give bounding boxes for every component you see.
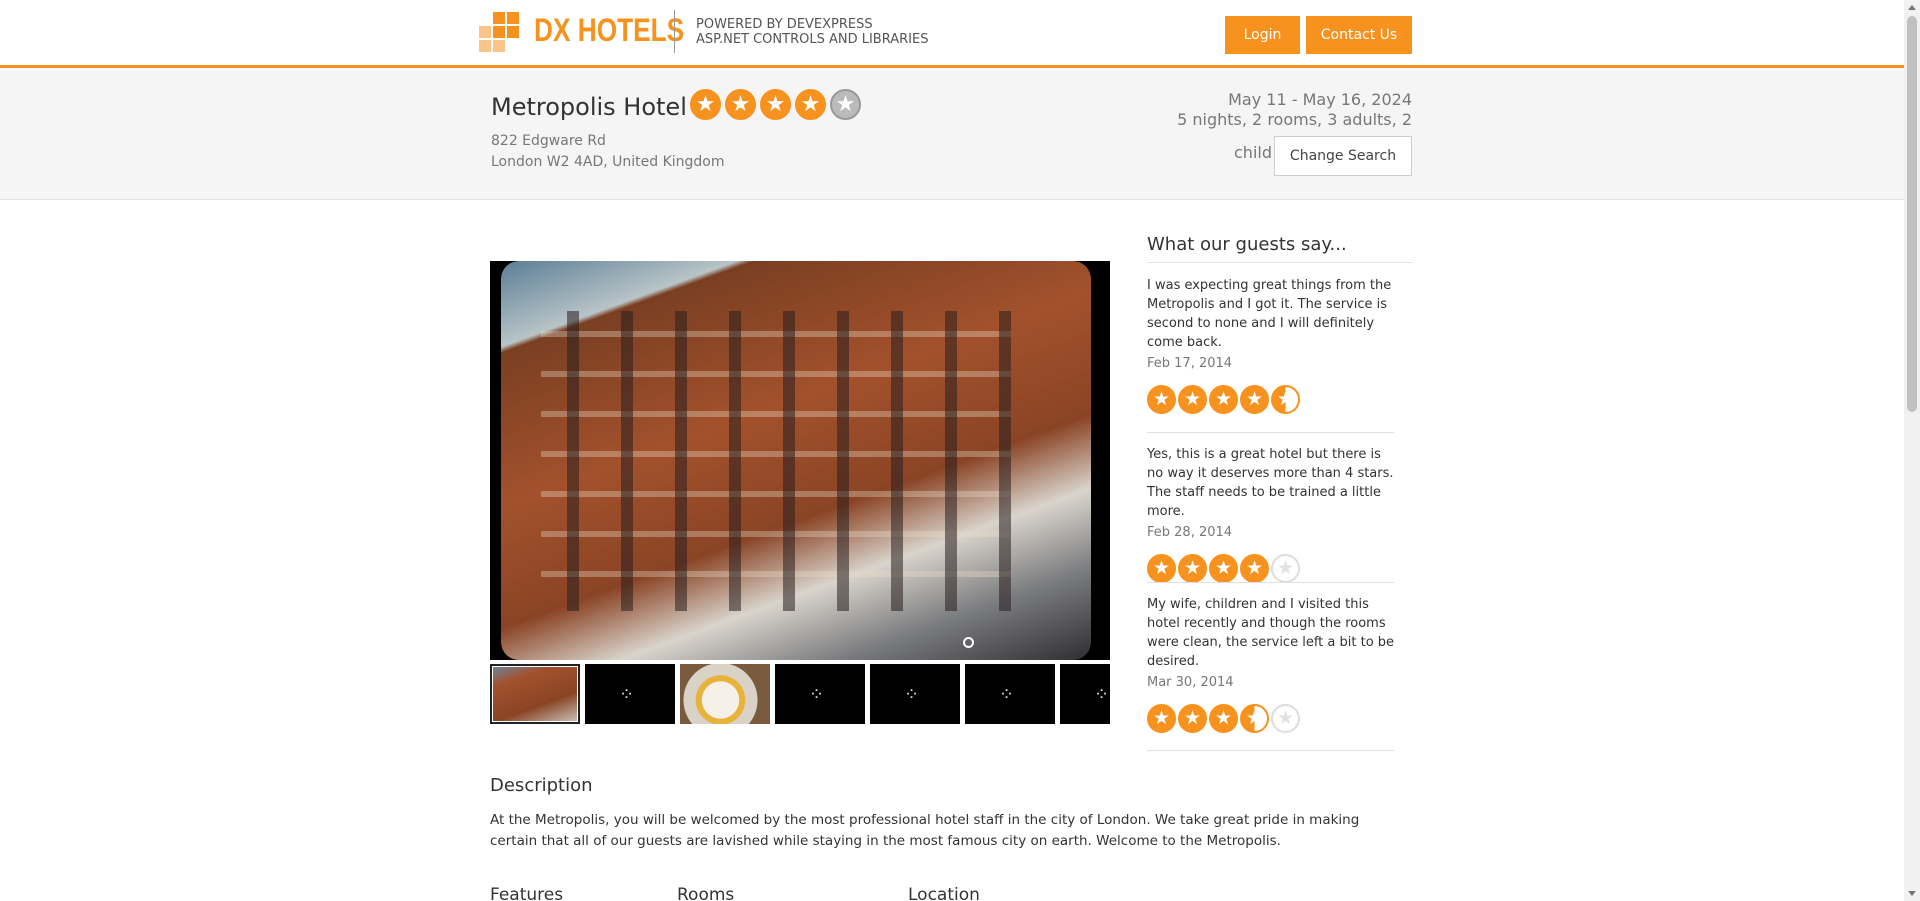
main-photo[interactable] — [501, 261, 1091, 660]
thumbnail-strip: ⁘ ⁘ ⁘ ⁘ ⁘ — [490, 664, 1110, 724]
review-date: Feb 17, 2014 — [1147, 356, 1233, 371]
change-search-button[interactable]: Change Search — [1274, 136, 1412, 176]
powered-line-2: ASP.NET CONTROLS AND LIBRARIES — [696, 32, 929, 47]
thumbnail-1[interactable] — [490, 664, 580, 724]
scrollbar-thumb[interactable] — [1907, 16, 1917, 412]
scroll-down-icon[interactable] — [1908, 891, 1916, 896]
star-icon: ★ — [1147, 554, 1176, 583]
review-text: My wife, children and I visited this hot… — [1147, 597, 1395, 669]
contact-us-button[interactable]: Contact Us — [1306, 16, 1412, 54]
page-scrollbar[interactable] — [1904, 0, 1920, 901]
loading-spinner-icon: ⁘ — [619, 684, 634, 705]
review-rating: ★ ★ ★ ★ ★ — [1147, 385, 1397, 414]
review-rating: ★ ★ ★ ★ ★ — [1147, 554, 1397, 583]
star-half-icon: ★ — [1240, 704, 1269, 733]
reviews-divider — [1147, 262, 1413, 263]
review-rating: ★ ★ ★ ★ ★ — [1147, 704, 1397, 733]
thumbnail-2[interactable]: ⁘ — [585, 664, 675, 724]
search-dates: May 11 - May 16, 2024 — [1228, 90, 1412, 109]
dx-hotels-logo-icon[interactable] — [479, 12, 521, 54]
loading-spinner-icon: ⁘ — [809, 684, 824, 705]
star-empty-icon: ★ — [1271, 554, 1300, 583]
description-text: At the Metropolis, you will be welcomed … — [490, 812, 1360, 849]
hotel-rating: ★ ★ ★ ★ ★ — [690, 89, 861, 120]
thumbnail-7[interactable]: ⁘ — [1060, 664, 1110, 724]
star-icon: ★ — [1240, 554, 1269, 583]
building-windows-pattern — [541, 311, 1011, 611]
star-icon: ★ — [1147, 385, 1176, 414]
star-icon: ★ — [1178, 704, 1207, 733]
review-divider — [1147, 582, 1394, 583]
review-date: Mar 30, 2014 — [1147, 675, 1234, 690]
star-icon: ★ — [1209, 385, 1238, 414]
reviews-title: What our guests say... — [1147, 234, 1347, 255]
header-divider — [674, 10, 675, 53]
star-icon: ★ — [690, 89, 721, 120]
star-icon: ★ — [725, 89, 756, 120]
star-icon: ★ — [1209, 554, 1238, 583]
review-divider — [1147, 432, 1394, 433]
address-line-2: London W2 4AD, United Kingdom — [491, 154, 725, 170]
star-icon: ★ — [795, 89, 826, 120]
star-icon: ★ — [760, 89, 791, 120]
hotel-name: Metropolis Hotel — [491, 93, 687, 121]
rooms-heading: Rooms — [677, 885, 735, 901]
loading-spinner-icon: ⁘ — [904, 684, 919, 705]
address-line-1: 822 Edgware Rd — [491, 133, 606, 149]
thumbnail-5[interactable]: ⁘ — [870, 664, 960, 724]
location-heading: Location — [908, 885, 980, 901]
loading-spinner-icon: ⁘ — [1094, 684, 1109, 705]
login-button[interactable]: Login — [1225, 16, 1300, 54]
star-icon: ★ — [1240, 385, 1269, 414]
review-item: I was expecting great things from the Me… — [1147, 276, 1397, 414]
star-icon: ★ — [1209, 704, 1238, 733]
powered-line-1: POWERED BY DEVEXPRESS — [696, 17, 873, 32]
thumbnail-4[interactable]: ⁘ — [775, 664, 865, 724]
star-icon: ★ — [1147, 704, 1176, 733]
star-icon: ★ — [1178, 554, 1207, 583]
search-summary: 5 nights, 2 rooms, 3 adults, 2 — [1177, 110, 1412, 129]
hotel-info-band: Metropolis Hotel ★ ★ ★ ★ ★ 822 Edgware R… — [0, 71, 1904, 200]
review-text: Yes, this is a great hotel but there is … — [1147, 447, 1394, 519]
thumbnail-6[interactable]: ⁘ — [965, 664, 1055, 724]
review-divider — [1147, 750, 1394, 751]
search-summary-end: child — [1234, 143, 1272, 162]
star-half-icon: ★ — [1271, 385, 1300, 414]
review-date: Feb 28, 2014 — [1147, 525, 1233, 540]
hotel-address: 822 Edgware Rd London W2 4AD, United Kin… — [491, 131, 725, 173]
photo-gallery[interactable] — [490, 261, 1110, 660]
description-title: Description — [490, 775, 593, 796]
brand-name[interactable]: DX HOTELS — [534, 12, 684, 49]
thumbnail-3[interactable] — [680, 664, 770, 724]
loading-spinner-icon — [963, 637, 974, 648]
review-item: Yes, this is a great hotel but there is … — [1147, 445, 1397, 583]
star-icon: ★ — [1178, 385, 1207, 414]
star-empty-icon: ★ — [1271, 704, 1300, 733]
star-empty-icon: ★ — [830, 89, 861, 120]
loading-spinner-icon: ⁘ — [999, 684, 1014, 705]
review-item: My wife, children and I visited this hot… — [1147, 595, 1397, 733]
features-heading: Features — [490, 885, 564, 901]
review-text: I was expecting great things from the Me… — [1147, 278, 1392, 350]
site-header: DX HOTELS POWERED BY DEVEXPRESS ASP.NET … — [0, 0, 1904, 68]
scroll-up-icon[interactable] — [1908, 5, 1916, 10]
powered-by-text: POWERED BY DEVEXPRESS ASP.NET CONTROLS A… — [696, 17, 928, 47]
